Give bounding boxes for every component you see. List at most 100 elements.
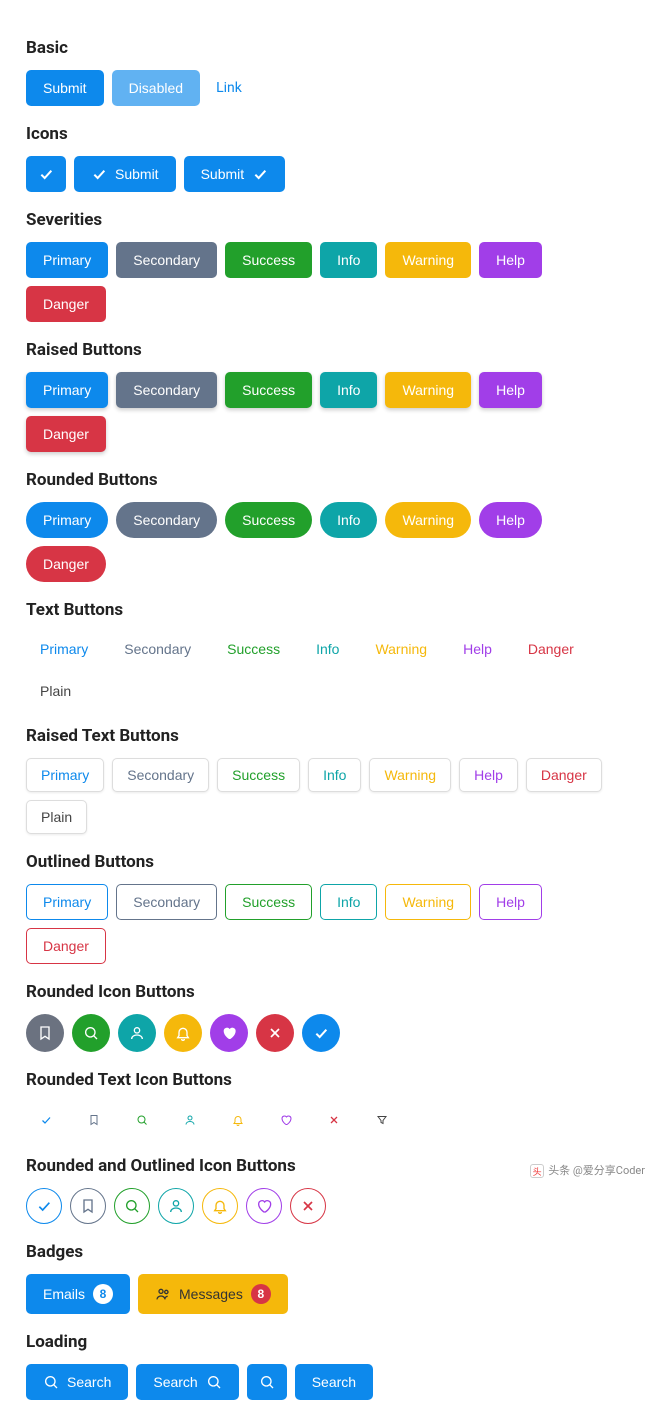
bell-icon bbox=[232, 1112, 244, 1128]
button-label: Search bbox=[67, 1374, 111, 1390]
text-info-button[interactable]: Info bbox=[302, 632, 353, 666]
search-button-3[interactable]: Search bbox=[295, 1364, 373, 1400]
text-user-icon-button[interactable] bbox=[170, 1102, 210, 1138]
raised-text-secondary-button[interactable]: Secondary bbox=[112, 758, 209, 792]
heading-rounded: Rounded Buttons bbox=[26, 470, 629, 490]
heading-text: Text Buttons bbox=[26, 600, 629, 620]
search-button-1[interactable]: Search bbox=[26, 1364, 128, 1400]
raised-text-primary-button[interactable]: Primary bbox=[26, 758, 104, 792]
watermark: 头头条 @爱分享Coder bbox=[530, 1162, 645, 1178]
text-warning-button[interactable]: Warning bbox=[361, 632, 441, 666]
outlined-bell-icon-button[interactable] bbox=[202, 1188, 238, 1224]
rounded-success-button[interactable]: Success bbox=[225, 502, 312, 538]
search-button-2[interactable]: Search bbox=[136, 1364, 238, 1400]
search-icon bbox=[136, 1112, 148, 1128]
submit-button[interactable]: Submit bbox=[26, 70, 104, 106]
submit-icon-left-button[interactable]: Submit bbox=[74, 156, 176, 192]
search-icon bbox=[83, 1025, 99, 1041]
bookmark-icon bbox=[88, 1112, 100, 1128]
submit-icon-right-button[interactable]: Submit bbox=[184, 156, 286, 192]
outlined-check-icon-button[interactable] bbox=[26, 1188, 62, 1224]
messages-button[interactable]: Messages 8 bbox=[138, 1274, 288, 1314]
raised-info-button[interactable]: Info bbox=[320, 372, 377, 408]
outlined-warning-button[interactable]: Warning bbox=[385, 884, 471, 920]
success-button[interactable]: Success bbox=[225, 242, 312, 278]
raised-text-info-button[interactable]: Info bbox=[308, 758, 361, 792]
outlined-success-button[interactable]: Success bbox=[225, 884, 312, 920]
help-button[interactable]: Help bbox=[479, 242, 542, 278]
outlined-heart-icon-button[interactable] bbox=[246, 1188, 282, 1224]
outlined-user-icon-button[interactable] bbox=[158, 1188, 194, 1224]
raised-success-button[interactable]: Success bbox=[225, 372, 312, 408]
raised-text-success-button[interactable]: Success bbox=[217, 758, 300, 792]
outlined-primary-button[interactable]: Primary bbox=[26, 884, 108, 920]
secondary-button[interactable]: Secondary bbox=[116, 242, 217, 278]
toutiao-logo-icon: 头 bbox=[530, 1164, 544, 1178]
raised-primary-button[interactable]: Primary bbox=[26, 372, 108, 408]
bookmark-icon bbox=[37, 1025, 53, 1041]
icon-check-button[interactable] bbox=[26, 156, 66, 192]
text-bookmark-icon-button[interactable] bbox=[74, 1102, 114, 1138]
raised-text-help-button[interactable]: Help bbox=[459, 758, 518, 792]
outlined-secondary-button[interactable]: Secondary bbox=[116, 884, 217, 920]
button-label: Search bbox=[153, 1374, 197, 1390]
outlined-search-icon-button[interactable] bbox=[114, 1188, 150, 1224]
text-danger-button[interactable]: Danger bbox=[514, 632, 588, 666]
bell-icon bbox=[175, 1025, 191, 1041]
heading-raised: Raised Buttons bbox=[26, 340, 629, 360]
search-icon-button[interactable] bbox=[72, 1014, 110, 1052]
check-icon-button[interactable] bbox=[302, 1014, 340, 1052]
outlined-times-icon-button[interactable] bbox=[290, 1188, 326, 1224]
outlined-bookmark-icon-button[interactable] bbox=[70, 1188, 106, 1224]
rounded-danger-button[interactable]: Danger bbox=[26, 546, 106, 582]
raised-danger-button[interactable]: Danger bbox=[26, 416, 106, 452]
check-icon bbox=[40, 1112, 52, 1128]
rounded-secondary-button[interactable]: Secondary bbox=[116, 502, 217, 538]
emails-button[interactable]: Emails 8 bbox=[26, 1274, 130, 1314]
text-heart-icon-button[interactable] bbox=[266, 1102, 306, 1138]
check-icon bbox=[38, 166, 54, 182]
primary-button[interactable]: Primary bbox=[26, 242, 108, 278]
rounded-primary-button[interactable]: Primary bbox=[26, 502, 108, 538]
text-check-icon-button[interactable] bbox=[26, 1102, 66, 1138]
danger-button[interactable]: Danger bbox=[26, 286, 106, 322]
text-plain-button[interactable]: Plain bbox=[26, 674, 85, 708]
text-search-icon-button[interactable] bbox=[122, 1102, 162, 1138]
outlined-info-button[interactable]: Info bbox=[320, 884, 377, 920]
text-help-button[interactable]: Help bbox=[449, 632, 506, 666]
users-icon bbox=[155, 1286, 171, 1302]
raised-secondary-button[interactable]: Secondary bbox=[116, 372, 217, 408]
raised-text-warning-button[interactable]: Warning bbox=[369, 758, 451, 792]
bookmark-icon-button[interactable] bbox=[26, 1014, 64, 1052]
text-filter-icon-button[interactable] bbox=[362, 1102, 402, 1138]
text-success-button[interactable]: Success bbox=[213, 632, 294, 666]
button-label: Emails bbox=[43, 1286, 85, 1302]
heading-raised-text: Raised Text Buttons bbox=[26, 726, 629, 746]
rounded-warning-button[interactable]: Warning bbox=[385, 502, 471, 538]
text-bell-icon-button[interactable] bbox=[218, 1102, 258, 1138]
heading-basic: Basic bbox=[26, 38, 629, 58]
user-icon-button[interactable] bbox=[118, 1014, 156, 1052]
text-primary-button[interactable]: Primary bbox=[26, 632, 102, 666]
outlined-danger-button[interactable]: Danger bbox=[26, 928, 106, 964]
link[interactable]: Link bbox=[208, 80, 250, 96]
bookmark-icon bbox=[80, 1198, 96, 1214]
rounded-info-button[interactable]: Info bbox=[320, 502, 377, 538]
messages-badge: 8 bbox=[251, 1284, 271, 1304]
raised-text-danger-button[interactable]: Danger bbox=[526, 758, 602, 792]
bell-icon-button[interactable] bbox=[164, 1014, 202, 1052]
times-icon-button[interactable] bbox=[256, 1014, 294, 1052]
outlined-help-button[interactable]: Help bbox=[479, 884, 542, 920]
search-icon bbox=[43, 1374, 59, 1390]
search-icon-only-button[interactable] bbox=[247, 1364, 287, 1400]
warning-button[interactable]: Warning bbox=[385, 242, 471, 278]
rounded-help-button[interactable]: Help bbox=[479, 502, 542, 538]
info-button[interactable]: Info bbox=[320, 242, 377, 278]
raised-help-button[interactable]: Help bbox=[479, 372, 542, 408]
raised-text-plain-button[interactable]: Plain bbox=[26, 800, 87, 834]
heading-severities: Severities bbox=[26, 210, 629, 230]
heart-icon-button[interactable] bbox=[210, 1014, 248, 1052]
text-times-icon-button[interactable] bbox=[314, 1102, 354, 1138]
raised-warning-button[interactable]: Warning bbox=[385, 372, 471, 408]
text-secondary-button[interactable]: Secondary bbox=[110, 632, 205, 666]
